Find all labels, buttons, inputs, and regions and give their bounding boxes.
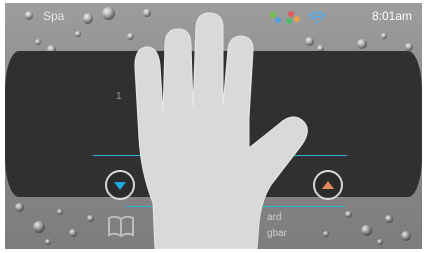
lock-screen: Spa 8:01am 1 ard gbar bbox=[5, 3, 422, 249]
hand-icon bbox=[134, 12, 308, 249]
hand-silhouette bbox=[134, 12, 308, 249]
